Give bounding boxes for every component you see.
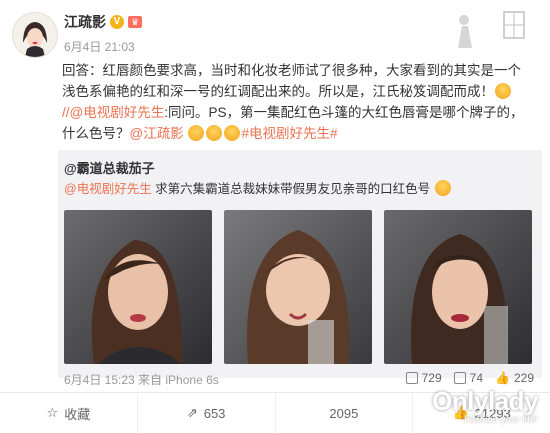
photo-1[interactable] (64, 210, 212, 364)
repost-card[interactable]: @霸道总裁茄子 @电视剧好先生 求第六集霸道总裁妹妹带假男友见亲哥的口红色号 6… (58, 150, 542, 387)
like-icon: 👍 (495, 371, 510, 385)
share-icon: ⇗ (186, 405, 198, 420)
member-crown-icon: ♛ (128, 16, 142, 28)
cat-emoji-icon (434, 180, 451, 196)
collect-button[interactable]: ☆ 收藏 (0, 393, 138, 433)
share-icon (405, 372, 418, 384)
avatar-illustration (13, 13, 57, 57)
mention-self-link[interactable]: @江疏影 (130, 126, 184, 141)
verified-badge-icon: V (110, 15, 124, 29)
post-time[interactable]: 6月4日 21:03 (64, 38, 135, 55)
hashtag-link[interactable]: #电视剧好先生# (241, 126, 337, 141)
watermark-brand: Onlylady (432, 386, 538, 416)
post-text-main: 回答：红唇颜色要求高，当时和化妆老师试了很多种，大家看到的其实是一个浅色系偏艳的… (62, 63, 521, 99)
repost-like-action[interactable]: 👍 229 (495, 371, 534, 385)
comment-icon (453, 372, 466, 384)
blush-emoji-icon (206, 125, 223, 141)
photo-3-image (384, 210, 532, 364)
blush-emoji-icon (224, 125, 241, 141)
comment-button[interactable]: 2095 (276, 393, 414, 433)
repost-like-count: 229 (513, 371, 534, 385)
repost-author[interactable]: @霸道总裁茄子 (64, 158, 155, 177)
repost-mention-link[interactable]: @电视剧好先生 (64, 182, 152, 196)
photo-2[interactable] (224, 210, 372, 364)
mention-tv-link[interactable]: //@电视剧好先生 (62, 105, 164, 120)
post-text: 回答：红唇颜色要求高，当时和化妆老师试了很多种，大家看到的其实是一个浅色系偏艳的… (62, 60, 532, 144)
repost-text: @电视剧好先生 求第六集霸道总裁妹妹带假男友见亲哥的口红色号 (64, 178, 452, 197)
share-button[interactable]: ⇗ 653 (138, 393, 276, 433)
author-row: 江疏影 V ♛ (64, 12, 142, 32)
photo-2-image (224, 210, 372, 364)
blush-emoji-icon (188, 125, 205, 141)
smiley-emoji-icon (495, 83, 511, 99)
onlylady-watermark: Onlylady Fashion your life! (432, 388, 538, 424)
repost-comment-count: 74 (469, 371, 484, 385)
share-count: 653 (203, 405, 226, 421)
repost-share-action[interactable]: 729 (405, 371, 442, 385)
author-name[interactable]: 江疏影 (64, 12, 106, 32)
repost-footer: 6月4日 15:23 来自 iPhone 6s (64, 373, 219, 387)
photo-3[interactable] (384, 210, 532, 364)
repost-actions: 729 74 👍 229 (405, 371, 534, 385)
photo-1-image (64, 210, 212, 364)
collect-label: 收藏 (64, 406, 91, 422)
avatar[interactable] (12, 12, 58, 58)
star-icon: ☆ (46, 405, 59, 420)
decorative-illustration (458, 11, 525, 48)
comment-count: 2095 (329, 405, 359, 421)
repost-comment-action[interactable]: 74 (453, 371, 484, 385)
repost-body: 求第六集霸道总裁妹妹带假男友见亲哥的口红色号 (151, 182, 431, 196)
repost-share-count: 729 (421, 371, 442, 385)
